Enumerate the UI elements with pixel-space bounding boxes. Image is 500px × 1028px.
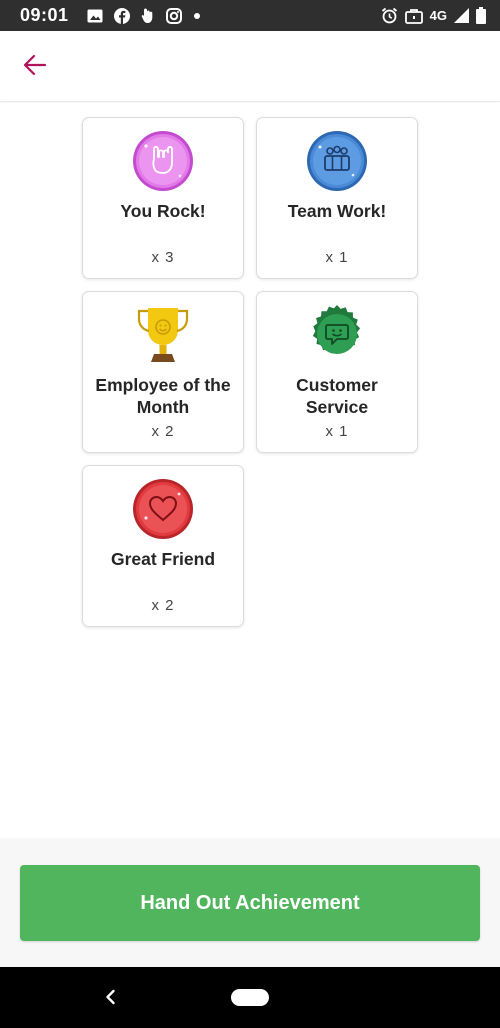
badge-count: x 1 [325, 249, 349, 266]
badge-card-customer-service[interactable]: Customer Service x 1 [256, 291, 418, 453]
status-bar: 09:01 4G [0, 0, 500, 31]
app-header [0, 31, 500, 102]
badge-count: x 1 [325, 423, 349, 440]
badge-title: Great Friend [110, 549, 216, 569]
badge-title: Team Work! [287, 201, 387, 221]
dot-icon [193, 12, 201, 20]
system-nav-bar [0, 967, 500, 1028]
touch-icon [141, 7, 155, 24]
instagram-icon [165, 7, 182, 24]
badge-card-employee-of-the-month[interactable]: Employee of the Month x 2 [82, 291, 244, 453]
nav-back-icon[interactable] [100, 986, 122, 1008]
network-type: 4G [429, 8, 447, 23]
hand-out-achievement-button[interactable]: Hand Out Achievement [20, 865, 480, 941]
notification-icons [87, 7, 201, 24]
trophy-icon [132, 304, 194, 366]
image-icon [87, 9, 103, 23]
status-time: 09:01 [20, 5, 69, 25]
rock-hand-icon [132, 130, 194, 192]
footer: Hand Out Achievement [0, 838, 500, 967]
facebook-icon [113, 7, 130, 24]
badge-title: Customer Service [296, 375, 378, 417]
badge-count: x 2 [151, 597, 175, 614]
achievements-list: You Rock! x 3 Team Work! x 1 Employee of… [0, 103, 500, 838]
badge-count: x 2 [151, 423, 175, 440]
back-button[interactable] [18, 51, 52, 83]
badge-grid: You Rock! x 3 Team Work! x 1 Employee of… [82, 117, 418, 627]
heart-icon [132, 478, 194, 540]
badge-title: You Rock! [120, 201, 206, 221]
badge-card-great-friend[interactable]: Great Friend x 2 [82, 465, 244, 627]
badge-count: x 3 [151, 249, 175, 266]
badge-card-team-work[interactable]: Team Work! x 1 [256, 117, 418, 279]
nav-home-icon[interactable] [231, 989, 269, 1006]
team-icon [306, 130, 368, 192]
badge-title: Employee of the Month [95, 375, 231, 417]
signal-icon [454, 8, 469, 23]
chat-smile-icon [306, 304, 368, 366]
badge-card-you-rock[interactable]: You Rock! x 3 [82, 117, 244, 279]
battery-icon [476, 7, 486, 24]
briefcase-icon [404, 8, 423, 24]
system-icons: 4G [381, 7, 486, 24]
alarm-icon [381, 7, 398, 24]
arrow-left-icon [23, 54, 47, 81]
